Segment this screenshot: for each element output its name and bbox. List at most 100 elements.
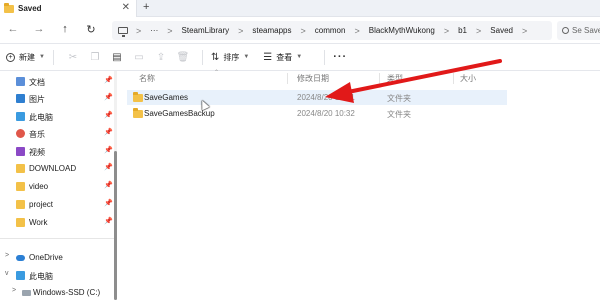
music-icon xyxy=(16,129,25,138)
pin-icon: 📌 xyxy=(104,182,113,189)
sidebar-item-label: video xyxy=(29,182,49,191)
chevron-down-icon: ▼ xyxy=(296,54,303,60)
breadcrumb-chevron[interactable]: > xyxy=(476,26,481,36)
back-button[interactable]: ← xyxy=(6,23,20,35)
sidebar-item-label: 视频 xyxy=(29,148,45,157)
address-bar[interactable]: > ··· > SteamLibrary > steamapps > commo… xyxy=(112,21,552,40)
breadcrumb-common[interactable]: common xyxy=(315,26,346,35)
breadcrumb-chevron[interactable]: > xyxy=(301,26,306,36)
column-header-date[interactable]: 修改日期 xyxy=(297,73,329,84)
new-button[interactable]: + 新建 ▼ xyxy=(6,52,45,63)
tab-title: Saved xyxy=(18,4,42,13)
divider xyxy=(0,238,114,239)
breadcrumb-chevron[interactable]: > xyxy=(522,26,527,36)
pin-icon: 📌 xyxy=(104,147,113,154)
sidebar-item-pictures[interactable]: 图片 📌 xyxy=(0,90,114,107)
copy-icon[interactable]: ❐ xyxy=(84,52,106,63)
pc-icon xyxy=(16,112,25,121)
breadcrumb-chevron[interactable]: > xyxy=(238,26,243,36)
file-date: 2024/8/20 10:32 xyxy=(297,109,355,118)
column-divider[interactable] xyxy=(453,73,454,84)
breadcrumb-chevron[interactable]: > xyxy=(136,26,141,36)
monitor-icon xyxy=(118,27,128,37)
sidebar-item-onedrive[interactable]: > OneDrive xyxy=(0,249,114,266)
pin-icon: 📌 xyxy=(104,112,113,119)
delete-icon[interactable]: 🗑 xyxy=(172,52,194,63)
rename-icon[interactable]: ▭ xyxy=(128,52,150,63)
command-bar: + 新建 ▼ ✂ ❐ ▤ ▭ ⇪ 🗑 ⇅ 排序 ▼ ☰ 查看 ▼ ··· xyxy=(0,44,600,71)
breadcrumb-overflow[interactable]: ··· xyxy=(150,26,158,35)
chevron-down-icon[interactable]: v xyxy=(5,270,9,277)
breadcrumb-steamapps[interactable]: steamapps xyxy=(252,26,291,35)
breadcrumb-chevron[interactable]: > xyxy=(167,26,172,36)
column-divider[interactable] xyxy=(287,73,288,84)
cloud-icon xyxy=(16,255,25,261)
paste-icon[interactable]: ▤ xyxy=(106,52,128,63)
up-button[interactable]: ↑ xyxy=(58,23,72,35)
folder-icon xyxy=(133,92,143,102)
sidebar-item-work[interactable]: Work 📌 xyxy=(0,214,114,231)
sidebar-item-label: 文档 xyxy=(29,78,45,87)
sort-button[interactable]: ⇅ 排序 ▼ xyxy=(211,52,249,63)
sidebar-item-this-pc-tree[interactable]: v 此电脑 xyxy=(0,267,114,284)
chevron-down-icon: ▼ xyxy=(39,54,45,60)
folder-icon xyxy=(4,2,14,13)
column-header-size[interactable]: 大小 xyxy=(460,73,476,84)
folder-icon xyxy=(16,182,25,191)
sidebar-item-drive-c[interactable]: > Windows-SSD (C:) xyxy=(0,284,114,300)
pictures-icon xyxy=(16,94,25,103)
breadcrumb-chevron[interactable]: > xyxy=(354,26,359,36)
pc-icon xyxy=(16,271,25,280)
table-row[interactable]: SaveGamesBackup 2024/8/20 10:32 文件夹 xyxy=(127,106,507,121)
view-icon: ☰ xyxy=(263,51,273,63)
column-divider[interactable] xyxy=(379,73,380,84)
navigation-pane: 文档 📌 图片 📌 此电脑 📌 音乐 📌 视频 📌 DOWNLOAD 📌 vid… xyxy=(0,71,117,300)
sidebar-item-video[interactable]: video 📌 xyxy=(0,178,114,195)
new-tab-button[interactable]: + xyxy=(143,1,149,13)
close-tab-icon[interactable]: ✕ xyxy=(122,2,130,13)
plus-icon: + xyxy=(6,52,15,62)
file-type: 文件夹 xyxy=(387,110,411,119)
search-input[interactable]: Se Saved xyxy=(557,21,600,40)
sidebar-item-this-pc[interactable]: 此电脑 📌 xyxy=(0,108,114,125)
tab-saved[interactable]: Saved ✕ xyxy=(0,0,137,17)
forward-button[interactable]: → xyxy=(32,23,46,35)
share-icon[interactable]: ⇪ xyxy=(150,52,172,63)
sidebar-item-label: Windows-SSD (C:) xyxy=(33,288,101,297)
sidebar-item-label: 音乐 xyxy=(29,130,45,139)
column-header-type[interactable]: 类型 xyxy=(387,73,403,84)
sidebar-item-music[interactable]: 音乐 📌 xyxy=(0,125,114,142)
sidebar-item-documents[interactable]: 文档 📌 xyxy=(0,73,114,90)
cut-icon[interactable]: ✂ xyxy=(62,52,84,63)
pin-icon: 📌 xyxy=(104,94,113,101)
column-header-name[interactable]: 名称 xyxy=(139,73,155,84)
view-button[interactable]: ☰ 查看 ▼ xyxy=(263,52,302,63)
drive-icon xyxy=(22,290,31,296)
divider xyxy=(324,49,326,65)
pin-icon: 📌 xyxy=(104,200,113,207)
tab-bar: Saved ✕ + xyxy=(0,0,600,17)
file-name: SaveGames xyxy=(144,93,189,102)
chevron-right-icon[interactable]: > xyxy=(5,252,9,259)
new-label: 新建 xyxy=(19,52,35,62)
breadcrumb-steamlibrary[interactable]: SteamLibrary xyxy=(182,26,230,35)
video-icon xyxy=(16,147,25,156)
chevron-right-icon[interactable]: > xyxy=(12,287,16,294)
table-row[interactable]: SaveGames 2024/8/20 10:31 文件夹 xyxy=(127,90,507,105)
sidebar-item-download[interactable]: DOWNLOAD 📌 xyxy=(0,160,114,177)
folder-icon xyxy=(133,108,143,118)
search-placeholder: Se Saved xyxy=(572,26,600,35)
navigation-bar: ← → ↑ ↻ > ··· > SteamLibrary > steamapps… xyxy=(0,17,600,44)
breadcrumb-blackmythwukong[interactable]: BlackMythWukong xyxy=(369,26,435,35)
sidebar-item-label: 此电脑 xyxy=(29,113,53,122)
sidebar-item-videos[interactable]: 视频 📌 xyxy=(0,143,114,160)
breadcrumb-saved[interactable]: Saved xyxy=(490,26,513,35)
breadcrumb-chevron[interactable]: > xyxy=(444,26,449,36)
sidebar-item-label: Work xyxy=(29,218,48,227)
search-icon xyxy=(562,27,569,34)
sidebar-item-project[interactable]: project 📌 xyxy=(0,196,114,213)
sidebar-item-label: 此电脑 xyxy=(29,272,53,281)
more-options-button[interactable]: ··· xyxy=(333,51,347,63)
breadcrumb-b1[interactable]: b1 xyxy=(458,26,467,35)
refresh-button[interactable]: ↻ xyxy=(84,23,98,36)
